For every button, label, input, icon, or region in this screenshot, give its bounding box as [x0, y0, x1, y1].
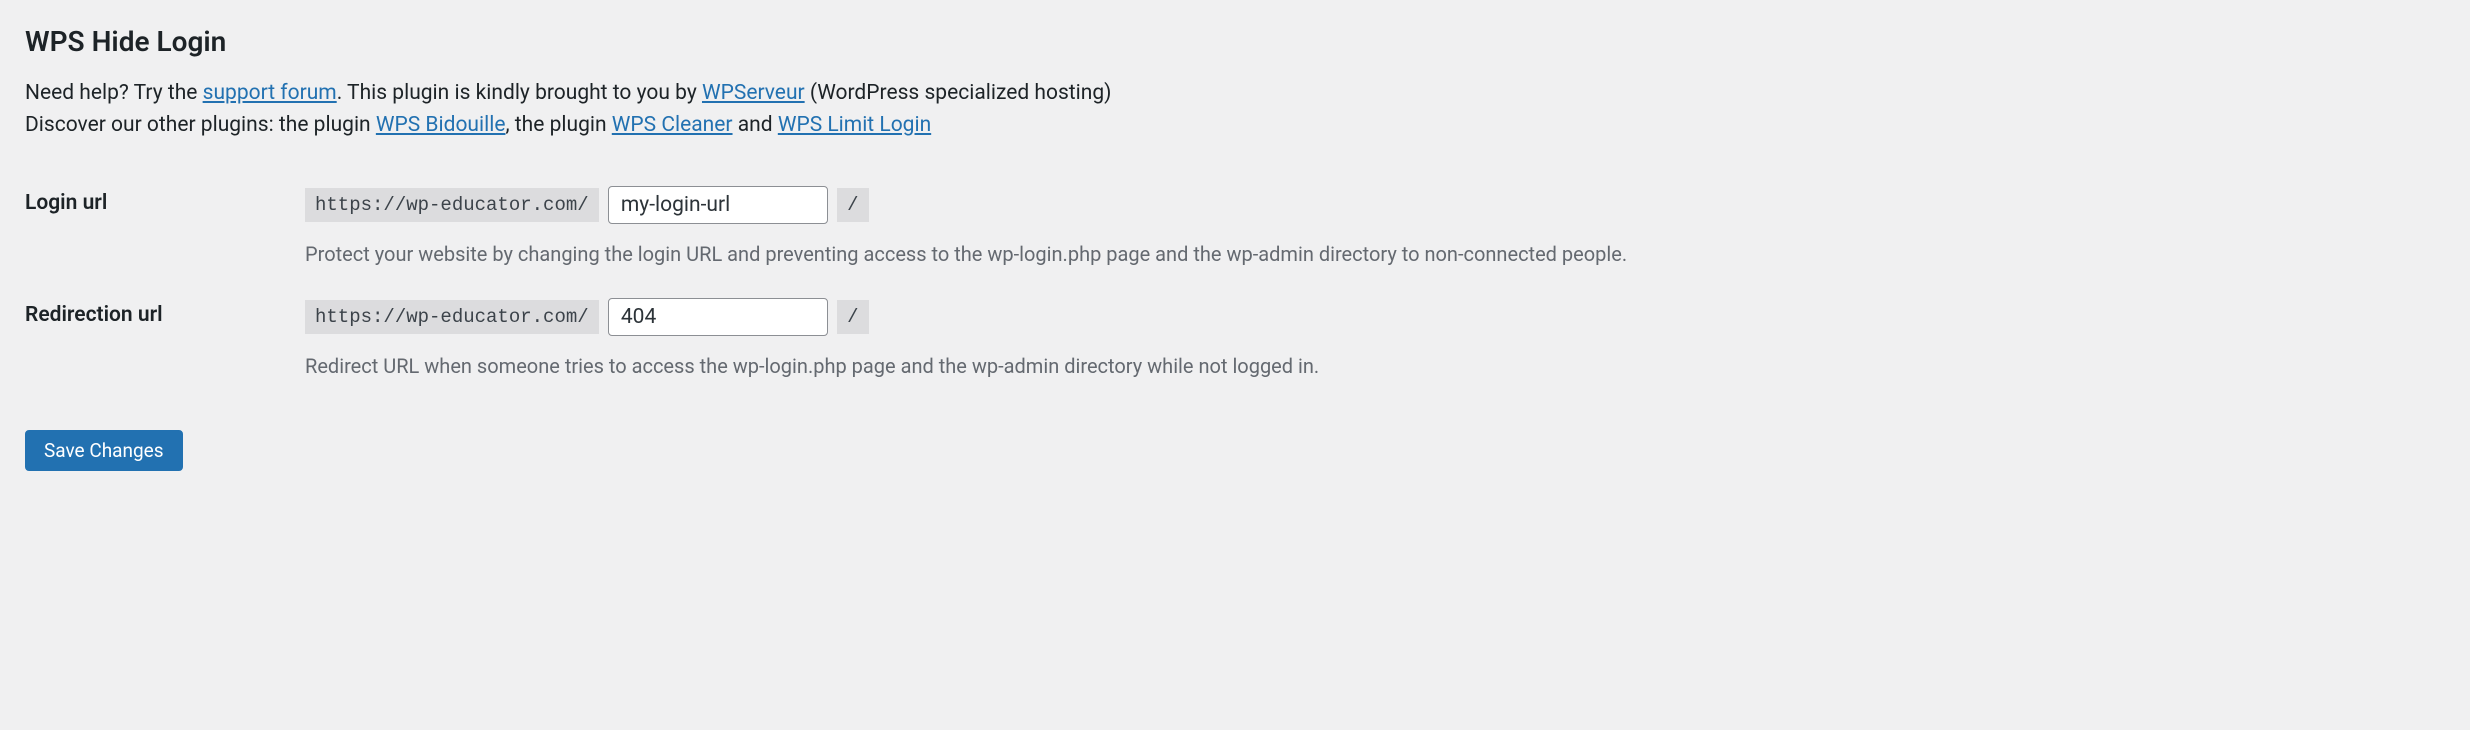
login-url-cell: https://wp-educator.com/ / Protect your … — [305, 176, 2445, 288]
intro-sep1: , the plugin — [505, 113, 611, 137]
wps-limit-login-link[interactable]: WPS Limit Login — [778, 113, 931, 137]
login-url-label: Login url — [25, 176, 305, 288]
login-url-description: Protect your website by changing the log… — [305, 240, 2435, 268]
login-url-prefix: https://wp-educator.com/ — [305, 188, 599, 222]
redirect-url-prefix: https://wp-educator.com/ — [305, 300, 599, 334]
intro-brought-suffix: (WordPress specialized hosting) — [805, 81, 1112, 105]
redirect-url-label: Redirection url — [25, 288, 305, 400]
wpserveur-link[interactable]: WPServeur — [702, 81, 805, 105]
section-title: WPS Hide Login — [25, 25, 2445, 58]
redirect-url-input[interactable] — [608, 298, 828, 336]
login-url-input[interactable] — [608, 186, 828, 224]
save-changes-button[interactable]: Save Changes — [25, 430, 183, 471]
support-forum-link[interactable]: support forum — [203, 81, 337, 105]
login-url-row: Login url https://wp-educator.com/ / Pro… — [25, 176, 2445, 288]
wps-bidouille-link[interactable]: WPS Bidouille — [376, 113, 506, 137]
intro-brought-prefix: . This plugin is kindly brought to you b… — [337, 81, 702, 105]
redirect-url-cell: https://wp-educator.com/ / Redirect URL … — [305, 288, 2445, 400]
redirect-url-row: Redirection url https://wp-educator.com/… — [25, 288, 2445, 400]
redirect-url-suffix: / — [837, 300, 868, 334]
intro-sep2: and — [733, 113, 778, 137]
intro-help-prefix: Need help? Try the — [25, 81, 203, 105]
intro-discover-prefix: Discover our other plugins: the plugin — [25, 113, 376, 137]
login-url-suffix: / — [837, 188, 868, 222]
redirect-url-description: Redirect URL when someone tries to acces… — [305, 352, 2435, 380]
wps-cleaner-link[interactable]: WPS Cleaner — [612, 113, 733, 137]
intro-text: Need help? Try the support forum. This p… — [25, 78, 2445, 141]
submit-row: Save Changes — [25, 430, 2445, 471]
settings-form-table: Login url https://wp-educator.com/ / Pro… — [25, 176, 2445, 400]
